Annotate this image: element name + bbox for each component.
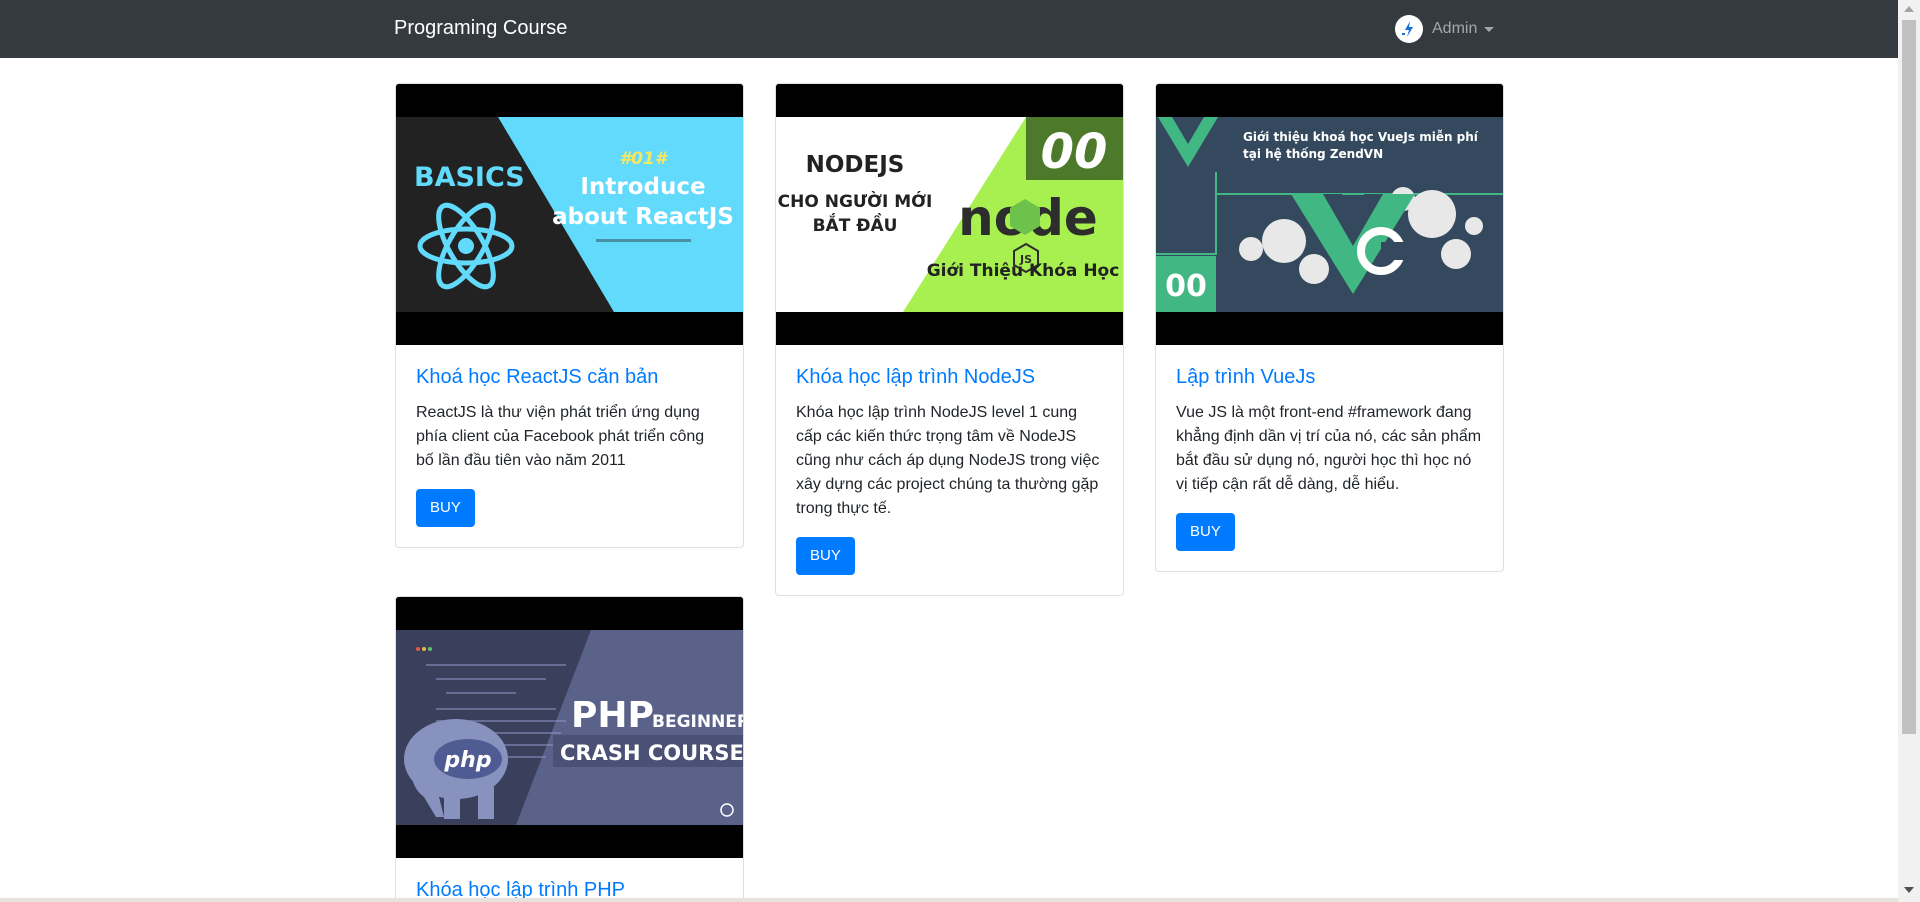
top-navbar: Programing Course Admin <box>0 0 1898 58</box>
thumb-text: CHO NGƯỜI MỚI <box>778 190 933 212</box>
course-thumbnail-vuejs[interactable]: 00 Giới thiệu khoá học VueJs miễn phí tạ… <box>1156 84 1503 345</box>
thumb-text: Giới thiệu khoá học VueJs miễn phí <box>1243 130 1479 144</box>
buy-button[interactable]: BUY <box>1176 513 1235 551</box>
thumb-text: 00 <box>1041 124 1108 180</box>
thumb-text: Introduce <box>580 174 705 200</box>
course-card-php: PHP BEGINNER CRASH COURSE php Khóa học l… <box>395 596 744 902</box>
thumb-text: about ReactJS <box>552 204 734 230</box>
thumb-text: #01# <box>619 149 668 169</box>
course-description: ReactJS là thư viện phát triển ứng dụng … <box>416 404 705 469</box>
course-title[interactable]: Lập trình VueJs <box>1176 365 1483 389</box>
scroll-down-icon[interactable] <box>1904 887 1914 893</box>
user-name: Admin <box>1432 20 1478 37</box>
course-thumbnail-reactjs[interactable]: BASICS #01# Introduce about ReactJS <box>396 84 743 345</box>
course-thumbnail-nodejs[interactable]: 00 NODEJS CHO NGƯỜI MỚI BẮT ĐẦU node JS … <box>776 84 1123 345</box>
user-dropdown[interactable]: Admin <box>1395 14 1495 44</box>
course-card-nodejs: 00 NODEJS CHO NGƯỜI MỚI BẮT ĐẦU node JS … <box>775 83 1124 596</box>
page-bottom-edge <box>0 898 1898 902</box>
thumb-text: BEGINNER <box>652 712 743 732</box>
thumb-text: BASICS <box>414 162 525 193</box>
scrollbar-thumb[interactable] <box>1902 20 1916 734</box>
user-avatar-icon <box>1395 15 1423 43</box>
thumb-text: NODEJS <box>806 152 905 178</box>
thumb-text: PHP <box>571 695 654 736</box>
course-title[interactable]: Khoá học ReactJS căn bản <box>416 365 723 389</box>
chevron-down-icon <box>1484 26 1495 32</box>
thumb-text: 00 <box>1165 269 1207 304</box>
thumb-text: CRASH COURSE <box>560 741 743 765</box>
thumb-text: tại hệ thống ZendVN <box>1243 147 1383 161</box>
thumb-text: Giới Thiệu Khóa Học <box>927 261 1120 281</box>
course-description: Khóa học lập trình NodeJS level 1 cung c… <box>796 404 1100 517</box>
thumb-text: php <box>443 748 491 773</box>
course-description: Vue JS là một front-end #framework đang … <box>1176 404 1482 493</box>
course-thumbnail-php[interactable]: PHP BEGINNER CRASH COURSE php <box>396 597 743 858</box>
buy-button[interactable]: BUY <box>416 489 475 527</box>
course-card-vuejs: 00 Giới thiệu khoá học VueJs miễn phí tạ… <box>1155 83 1504 572</box>
vertical-scrollbar[interactable] <box>1898 0 1920 902</box>
course-title[interactable]: Khóa học lập trình NodeJS <box>796 365 1103 389</box>
thumb-text: BẮT ĐẦU <box>813 212 898 236</box>
scroll-up-icon[interactable] <box>1904 6 1914 12</box>
course-card-reactjs: BASICS #01# Introduce about ReactJS Khoá… <box>395 83 744 548</box>
buy-button[interactable]: BUY <box>796 537 855 575</box>
brand-link[interactable]: Programing Course <box>394 17 567 40</box>
